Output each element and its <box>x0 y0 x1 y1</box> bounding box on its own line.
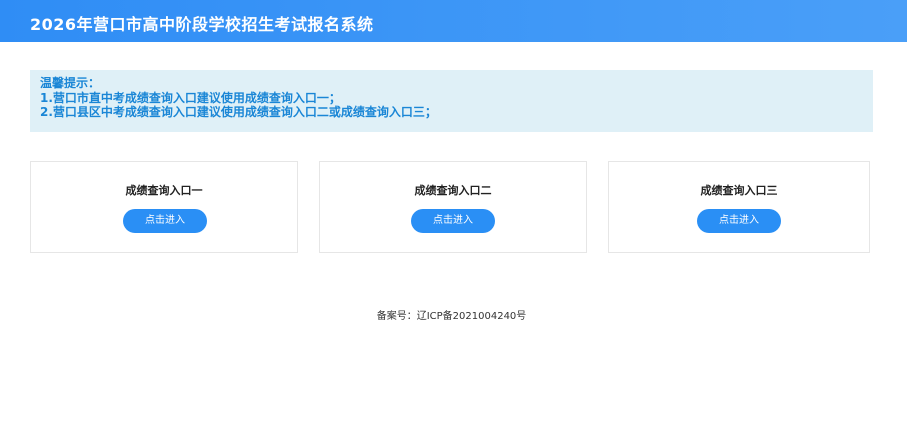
query-entry-title-1: 成绩查询入口一 <box>125 184 203 197</box>
enter-button-1[interactable]: 点击进入 <box>123 209 207 233</box>
notice-box: 温馨提示： 1.营口市直中考成绩查询入口建议使用成绩查询入口一； 2.营口县区中… <box>30 70 873 132</box>
query-entry-title-2: 成绩查询入口二 <box>414 184 492 197</box>
icp-footer: 备案号：辽ICP备2021004240号 <box>376 311 527 322</box>
notice-heading: 温馨提示： <box>40 76 101 90</box>
notice-line-1: 1.营口市直中考成绩查询入口建议使用成绩查询入口一； <box>40 90 341 105</box>
page-header: 2026年营口市高中阶段学校招生考试报名系统 <box>0 0 907 42</box>
query-entry-card-1: 成绩查询入口一 点击进入 <box>30 161 298 253</box>
query-entry-card-2: 成绩查询入口二 点击进入 <box>319 161 587 253</box>
notice-line-2: 2.营口县区中考成绩查询入口建议使用成绩查询入口二或成绩查询入口三； <box>40 105 437 119</box>
enter-button-3[interactable]: 点击进入 <box>697 209 781 233</box>
enter-button-2[interactable]: 点击进入 <box>411 209 495 233</box>
system-title: 2026年营口市高中阶段学校招生考试报名系统 <box>30 15 374 34</box>
query-entry-title-3: 成绩查询入口三 <box>700 184 778 197</box>
query-entry-card-3: 成绩查询入口三 点击进入 <box>608 161 870 253</box>
